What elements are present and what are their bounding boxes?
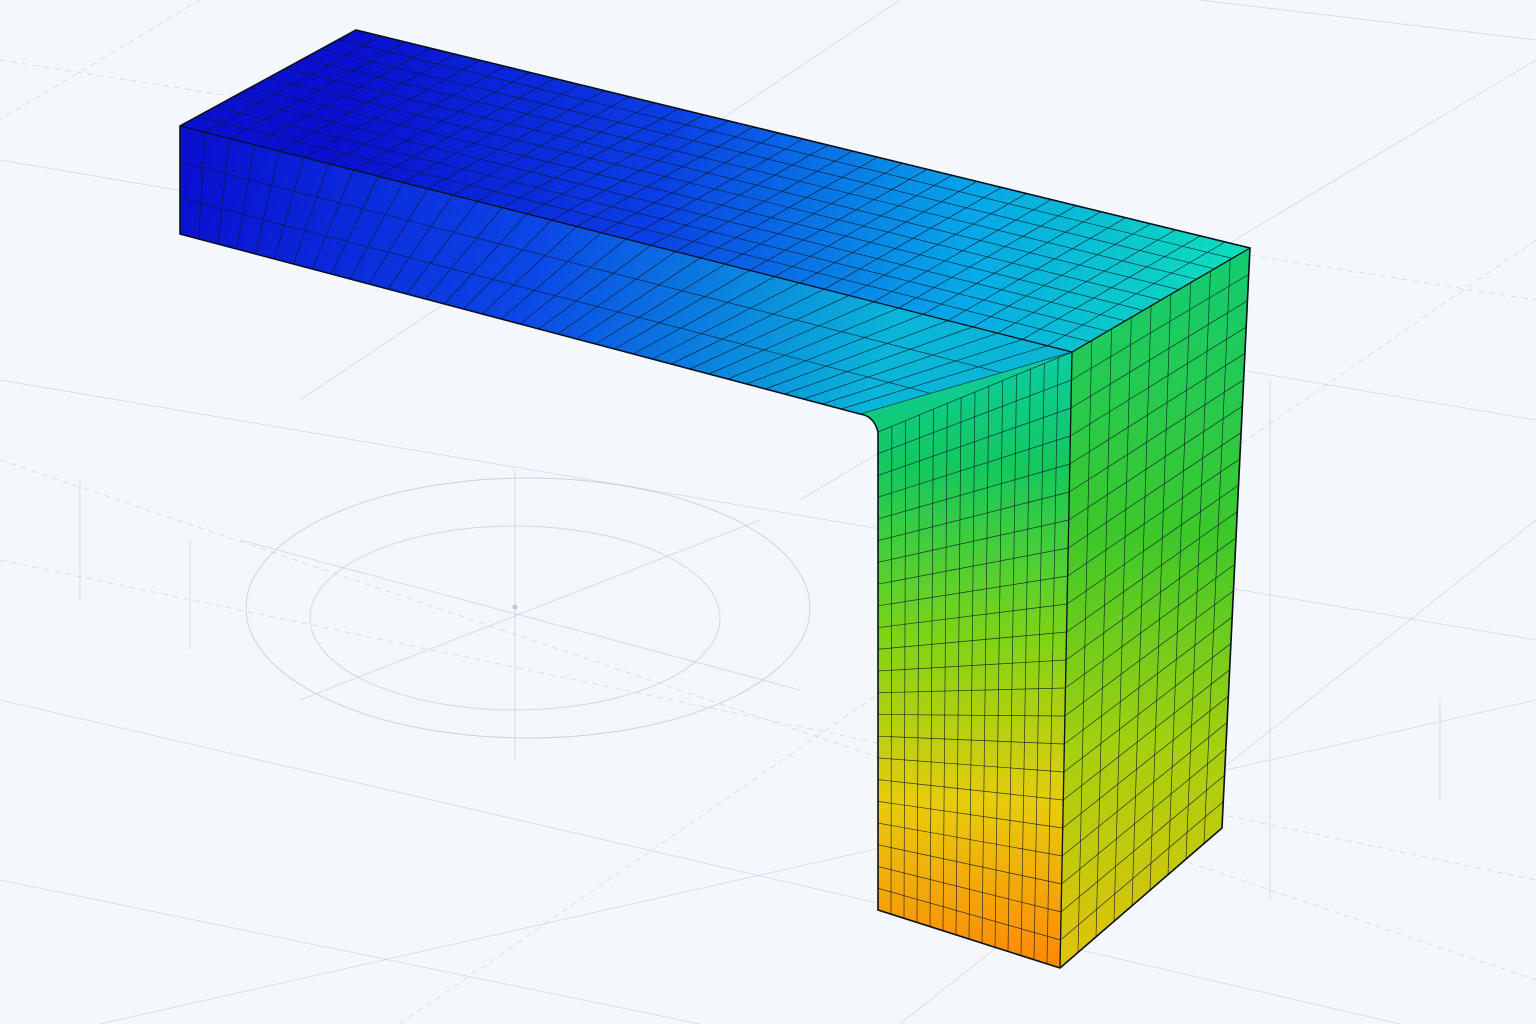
construction-axis	[239, 539, 801, 691]
fea-viewport[interactable]	[0, 0, 1536, 1024]
construction-line	[0, 379, 1536, 641]
fea-mesh-scene	[0, 0, 1536, 1024]
construction-axis	[299, 519, 761, 701]
construction-line	[0, 0, 201, 121]
construction-line	[0, 879, 701, 1024]
l-beam-model[interactable]	[179, 29, 1251, 969]
construction-line	[99, 699, 1536, 1024]
construction-line	[0, 559, 1536, 881]
construction-ellipse	[245, 477, 811, 739]
construction-center-point	[512, 604, 518, 610]
construction-line	[1199, 0, 1536, 41]
